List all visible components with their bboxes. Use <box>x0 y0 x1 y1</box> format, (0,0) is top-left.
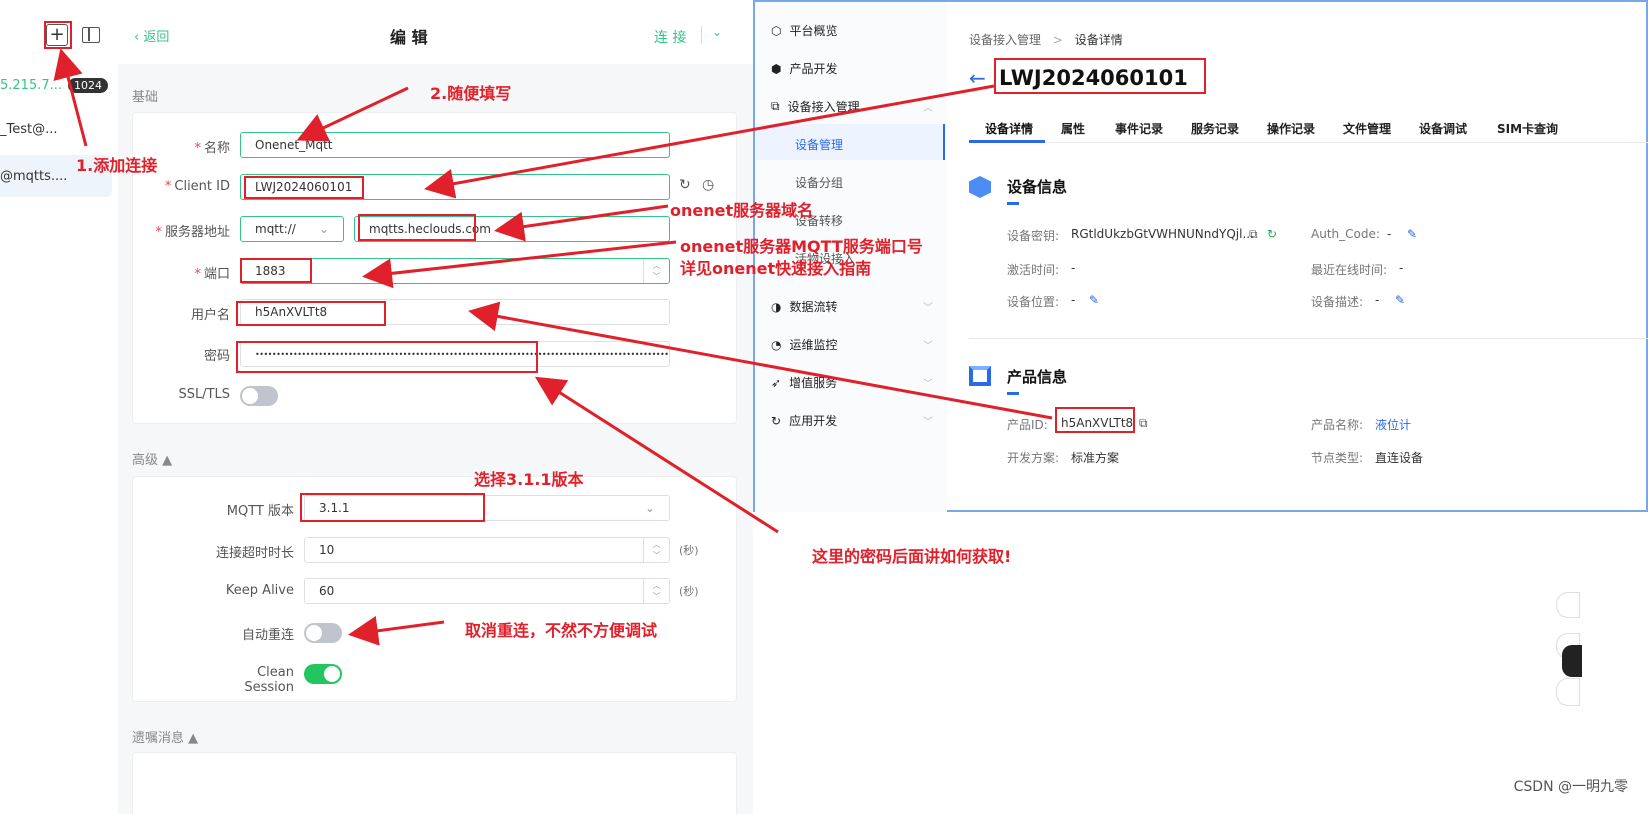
arrow-line <box>534 376 779 534</box>
arrow-line <box>53 48 88 147</box>
arrow-line <box>424 84 995 199</box>
arrow-line <box>468 301 1053 420</box>
watermark-credit: CSDN @一明九零 <box>1513 779 1628 795</box>
screenshot-root: { "left_sidebar": { "add_icon": "+", "co… <box>0 0 1648 814</box>
arrow-line <box>296 86 409 142</box>
arrow-line <box>348 615 445 646</box>
annotation-arrows <box>53 48 1053 646</box>
arrow-line <box>362 240 677 289</box>
arrow-line <box>494 204 669 242</box>
